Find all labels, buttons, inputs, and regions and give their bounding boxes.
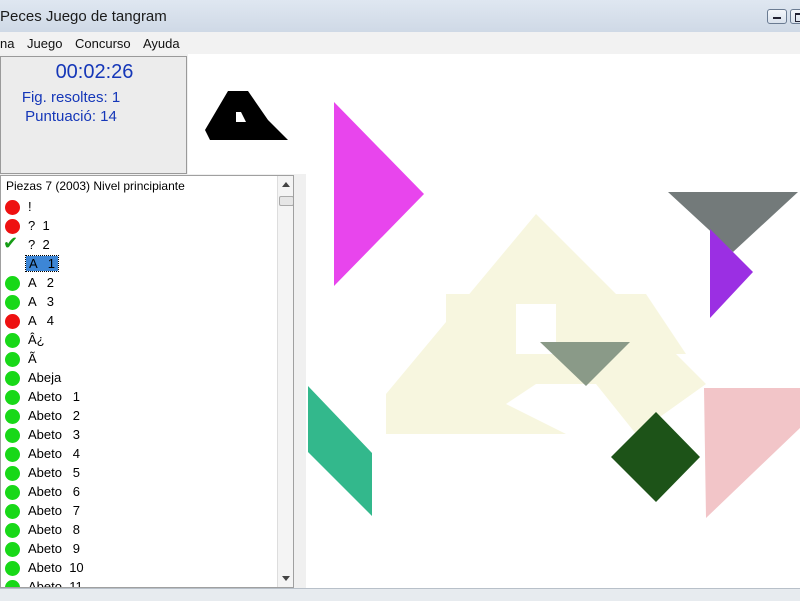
green-dot-icon	[5, 542, 20, 557]
green-dot-icon	[5, 523, 20, 538]
list-item[interactable]: Abeto 11	[1, 578, 275, 587]
list-item[interactable]: Abeto 10	[1, 559, 275, 578]
list-item[interactable]: Abeto 6	[1, 483, 275, 502]
tangram-canvas[interactable]	[306, 54, 800, 588]
list-item-selected[interactable]: A 1	[1, 255, 275, 274]
green-dot-icon	[5, 485, 20, 500]
unsolved-red-icon	[5, 314, 20, 329]
green-dot-icon	[5, 428, 20, 443]
green-dot-icon	[5, 447, 20, 462]
scroll-thumb[interactable]	[279, 196, 293, 206]
green-dot-icon	[5, 466, 20, 481]
list-item[interactable]: A 3	[1, 293, 275, 312]
dark-green-square[interactable]	[611, 412, 700, 502]
checkmark-icon: ✔	[3, 233, 19, 253]
green-dot-icon	[5, 333, 20, 348]
menu-juego[interactable]: Juego	[27, 36, 62, 51]
list-item[interactable]: Abeto 4	[1, 445, 275, 464]
gray-triangle[interactable]	[668, 192, 798, 252]
unsolved-red-icon	[5, 219, 20, 234]
list-item[interactable]: Abeto 3	[1, 426, 275, 445]
menu-ayuda[interactable]: Ayuda	[143, 36, 180, 51]
list-item[interactable]: Ã	[1, 350, 275, 369]
preview-a-figure	[205, 91, 288, 140]
list-item[interactable]: ? 1	[1, 217, 275, 236]
timer: 00:02:26	[55, 61, 134, 83]
green-dot-icon	[5, 390, 20, 405]
left-panel: 00:02:26 Fig. resoltes: 1 Puntuació: 14 …	[0, 54, 306, 594]
score: Puntuació: 14	[25, 108, 117, 125]
green-dot-icon	[5, 580, 20, 587]
bottom-border	[0, 588, 800, 601]
list-item[interactable]: Abeto 9	[1, 540, 275, 559]
status-panel: 00:02:26 Fig. resoltes: 1 Puntuació: 14	[0, 56, 187, 174]
list-item[interactable]: ✔? 2	[1, 233, 275, 255]
scroll-down-icon[interactable]	[282, 576, 290, 581]
list-item[interactable]: Abeto 1	[1, 388, 275, 407]
green-dot-icon	[5, 352, 20, 367]
solved-count: Fig. resoltes: 1	[21, 89, 121, 106]
green-dot-icon	[5, 276, 20, 291]
list-item[interactable]: Abeja	[1, 369, 275, 388]
maximize-button[interactable]	[790, 9, 800, 24]
green-dot-icon	[5, 295, 20, 310]
list-header: Piezas 7 (2003) Nivel principiante	[6, 179, 185, 193]
teal-parallelogram[interactable]	[308, 386, 372, 516]
green-dot-icon	[5, 504, 20, 519]
list-item[interactable]: Abeto 5	[1, 464, 275, 483]
target-silhouette	[386, 214, 706, 434]
menu-bar: na Juego Concurso Ayuda	[0, 32, 800, 54]
menu-concurso[interactable]: Concurso	[75, 36, 131, 51]
list-item[interactable]: A 2	[1, 274, 275, 293]
menu-partida[interactable]: na	[0, 36, 14, 51]
minimize-button[interactable]	[767, 9, 787, 24]
list-item[interactable]: Â¿	[1, 331, 275, 350]
unsolved-red-icon	[5, 200, 20, 215]
list-item[interactable]: A 4	[1, 312, 275, 331]
window-title: Peces Juego de tangram	[0, 8, 167, 25]
light-pink-triangle[interactable]	[704, 388, 800, 518]
list-scrollbar[interactable]	[277, 176, 293, 587]
title-bar: Peces Juego de tangram	[0, 0, 800, 33]
pink-triangle[interactable]	[334, 102, 424, 286]
green-dot-icon	[5, 561, 20, 576]
list-item[interactable]: Abeto 8	[1, 521, 275, 540]
figure-preview	[188, 54, 306, 174]
scroll-up-icon[interactable]	[282, 182, 290, 187]
list-item[interactable]: Abeto 7	[1, 502, 275, 521]
list-item[interactable]: Abeto 2	[1, 407, 275, 426]
list-item[interactable]: !	[1, 198, 275, 217]
green-dot-icon	[5, 409, 20, 424]
green-dot-icon	[5, 371, 20, 386]
figure-list[interactable]: Piezas 7 (2003) Nivel principiante ! ? 1…	[0, 175, 294, 588]
